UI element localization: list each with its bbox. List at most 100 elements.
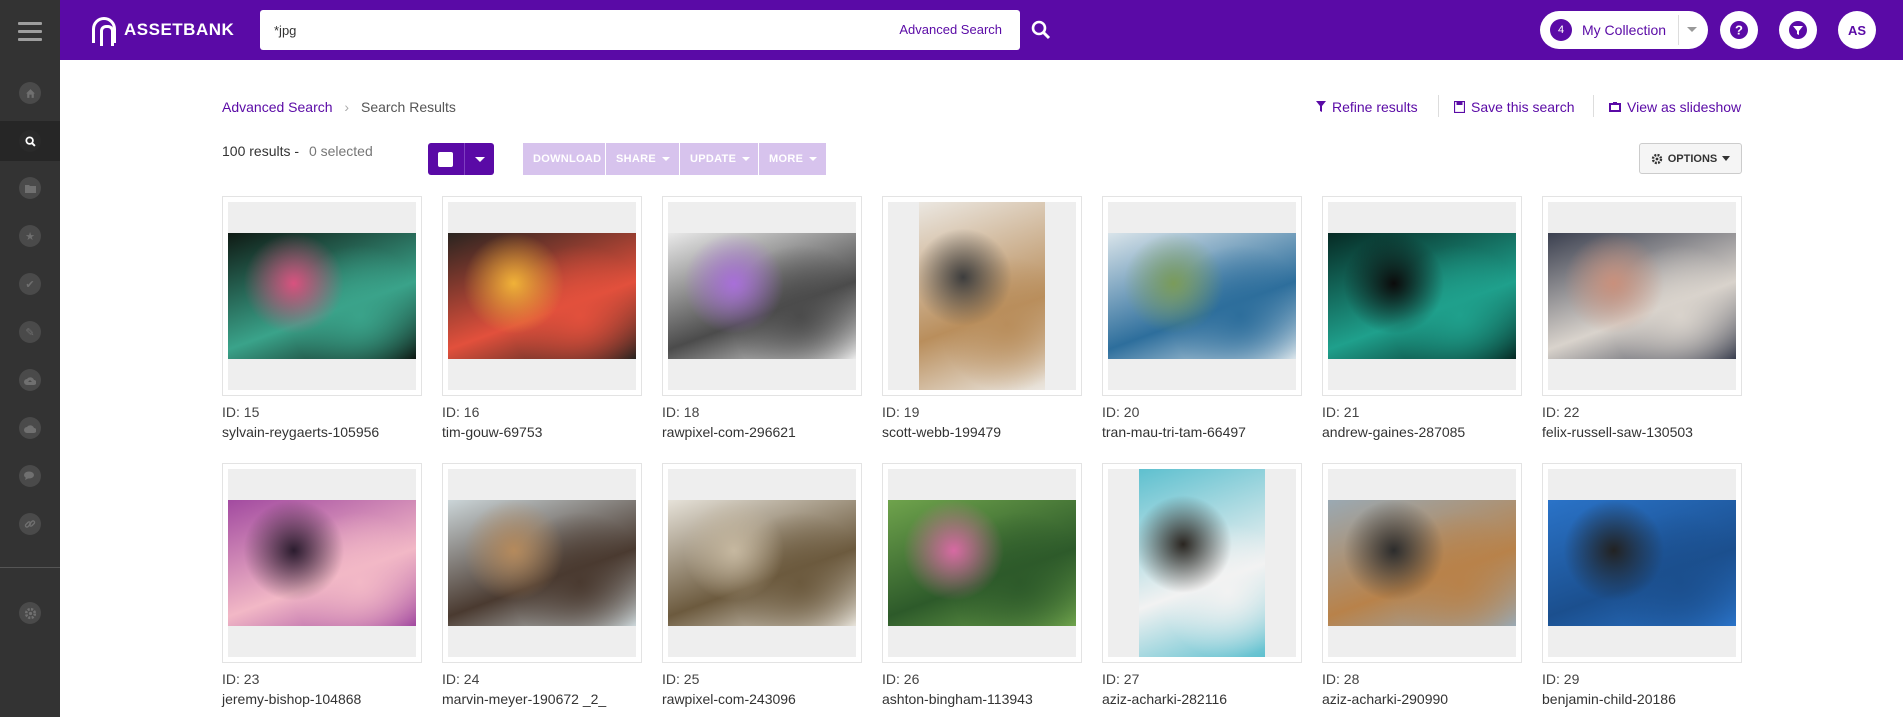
asset-thumbnail-frame[interactable]	[1102, 463, 1302, 663]
asset-thumbnail-frame[interactable]	[1542, 196, 1742, 396]
asset-thumbnail-frame[interactable]	[442, 463, 642, 663]
refine-results-label: Refine results	[1332, 99, 1418, 115]
more-button[interactable]: MORE	[759, 143, 826, 175]
cloud-icon[interactable]	[19, 417, 41, 439]
advanced-search-link[interactable]: Advanced Search	[899, 22, 1002, 37]
asset-name[interactable]: rawpixel-com-296621	[662, 422, 862, 442]
asset-name[interactable]: scott-webb-199479	[882, 422, 1082, 442]
view-slideshow-link[interactable]: View as slideshow	[1609, 99, 1741, 115]
update-button[interactable]: UPDATE	[680, 143, 758, 175]
asset-name[interactable]: tim-gouw-69753	[442, 422, 642, 442]
refine-results-link[interactable]: Refine results	[1316, 99, 1418, 115]
asset-tile[interactable]: ID: 15 sylvain-reygaerts-105956	[222, 196, 422, 442]
asset-thumbnail-image[interactable]	[1108, 233, 1296, 359]
asset-tile[interactable]: ID: 23 jeremy-bishop-104868	[222, 463, 422, 709]
select-all-checkbox[interactable]	[438, 152, 453, 167]
star-icon[interactable]: ★	[19, 225, 41, 247]
asset-thumbnail-image[interactable]	[1548, 500, 1736, 626]
asset-thumbnail-frame[interactable]	[1322, 196, 1522, 396]
asset-thumbnail-frame[interactable]	[1322, 463, 1522, 663]
asset-thumbnail-image[interactable]	[668, 500, 856, 626]
home-icon[interactable]	[19, 82, 41, 104]
asset-tile[interactable]: ID: 22 felix-russell-saw-130503	[1542, 196, 1742, 442]
assetbank-logo[interactable]: ASSETBANK	[92, 17, 234, 46]
asset-thumbnail-image[interactable]	[1139, 469, 1265, 657]
asset-tile[interactable]: ID: 16 tim-gouw-69753	[442, 196, 642, 442]
asset-name[interactable]: marvin-meyer-190672 _2_	[442, 689, 642, 709]
options-button[interactable]: OPTIONS	[1639, 143, 1742, 174]
asset-name[interactable]: ashton-bingham-113943	[882, 689, 1082, 709]
asset-tile[interactable]: ID: 28 aziz-acharki-290990	[1322, 463, 1522, 709]
user-avatar[interactable]: AS	[1838, 11, 1876, 49]
asset-name[interactable]: felix-russell-saw-130503	[1542, 422, 1742, 442]
asset-tile[interactable]: ID: 27 aziz-acharki-282116	[1102, 463, 1302, 709]
asset-tile[interactable]: ID: 29 benjamin-child-20186	[1542, 463, 1742, 709]
asset-thumbnail-frame[interactable]	[1542, 463, 1742, 663]
menu-icon[interactable]	[18, 22, 42, 41]
asset-name[interactable]: aziz-acharki-290990	[1322, 689, 1522, 709]
search-input[interactable]	[260, 10, 900, 50]
asset-thumbnail-frame[interactable]	[442, 196, 642, 396]
collection-split	[1678, 15, 1679, 45]
asset-name[interactable]: andrew-gaines-287085	[1322, 422, 1522, 442]
search-button[interactable]	[1023, 10, 1059, 50]
asset-id: ID: 19	[882, 404, 920, 420]
asset-thumbnail-image[interactable]	[1328, 500, 1516, 626]
asset-thumbnail-frame[interactable]	[222, 196, 422, 396]
asset-thumbnail-frame[interactable]	[882, 463, 1082, 663]
asset-thumbnail-image[interactable]	[668, 233, 856, 359]
check-icon[interactable]: ✔	[19, 273, 41, 295]
filter-button[interactable]	[1779, 11, 1817, 49]
asset-tile[interactable]: ID: 18 rawpixel-com-296621	[662, 196, 862, 442]
save-search-link[interactable]: Save this search	[1454, 99, 1575, 115]
asset-tile[interactable]: ID: 19 scott-webb-199479	[882, 196, 1082, 442]
asset-thumbnail-image[interactable]	[888, 500, 1076, 626]
folder-icon[interactable]	[19, 177, 41, 199]
collection-label: My Collection	[1582, 22, 1667, 38]
asset-thumbnail-image[interactable]	[448, 233, 636, 359]
asset-thumbnail-background	[888, 469, 1076, 657]
asset-thumbnail-frame[interactable]	[882, 196, 1082, 396]
asset-thumbnail-image[interactable]	[448, 500, 636, 626]
asset-name[interactable]: jeremy-bishop-104868	[222, 689, 422, 709]
asset-tile[interactable]: ID: 20 tran-mau-tri-tam-66497	[1102, 196, 1302, 442]
asset-thumbnail-image[interactable]	[919, 202, 1045, 390]
asset-id: ID: 26	[882, 671, 920, 687]
asset-name[interactable]: aziz-acharki-282116	[1102, 689, 1302, 709]
chevron-down-icon[interactable]	[1687, 27, 1697, 32]
select-all-toggle[interactable]	[428, 143, 494, 175]
asset-thumbnail-image[interactable]	[228, 500, 416, 626]
asset-thumbnail-frame[interactable]	[222, 463, 422, 663]
asset-tile[interactable]: ID: 25 rawpixel-com-243096	[662, 463, 862, 709]
asset-id: ID: 21	[1322, 404, 1360, 420]
search-icon[interactable]	[19, 130, 41, 152]
help-button[interactable]: ?	[1720, 11, 1758, 49]
settings-icon[interactable]	[19, 602, 41, 624]
asset-name[interactable]: rawpixel-com-243096	[662, 689, 862, 709]
asset-tile[interactable]: ID: 21 andrew-gaines-287085	[1322, 196, 1522, 442]
asset-tile[interactable]: ID: 24 marvin-meyer-190672 _2_	[442, 463, 642, 709]
asset-id: ID: 24	[442, 671, 480, 687]
breadcrumb-advanced-search[interactable]: Advanced Search	[222, 99, 333, 115]
asset-tile[interactable]: ID: 26 ashton-bingham-113943	[882, 463, 1082, 709]
asset-name[interactable]: sylvain-reygaerts-105956	[222, 422, 422, 442]
comments-icon[interactable]	[19, 465, 41, 487]
pencil-icon[interactable]: ✎	[19, 321, 41, 343]
asset-thumbnail-image[interactable]	[1328, 233, 1516, 359]
share-button[interactable]: SHARE	[606, 143, 679, 175]
asset-thumbnail-frame[interactable]	[662, 196, 862, 396]
asset-thumbnail-image[interactable]	[228, 233, 416, 359]
upload-cloud-icon[interactable]	[19, 369, 41, 391]
asset-name[interactable]: benjamin-child-20186	[1542, 689, 1742, 709]
asset-thumbnail-image[interactable]	[1548, 233, 1736, 359]
chevron-down-icon	[1722, 156, 1731, 161]
link-icon[interactable]	[19, 513, 41, 535]
slideshow-icon	[1609, 101, 1621, 112]
asset-name[interactable]: tran-mau-tri-tam-66497	[1102, 422, 1302, 442]
asset-thumbnail-frame[interactable]	[1102, 196, 1302, 396]
asset-thumbnail-frame[interactable]	[662, 463, 862, 663]
chevron-down-icon[interactable]	[475, 157, 485, 162]
download-button[interactable]: DOWNLOAD	[523, 143, 605, 175]
my-collection-button[interactable]: 4 My Collection	[1540, 11, 1708, 49]
asset-thumbnail-background	[1108, 469, 1296, 657]
